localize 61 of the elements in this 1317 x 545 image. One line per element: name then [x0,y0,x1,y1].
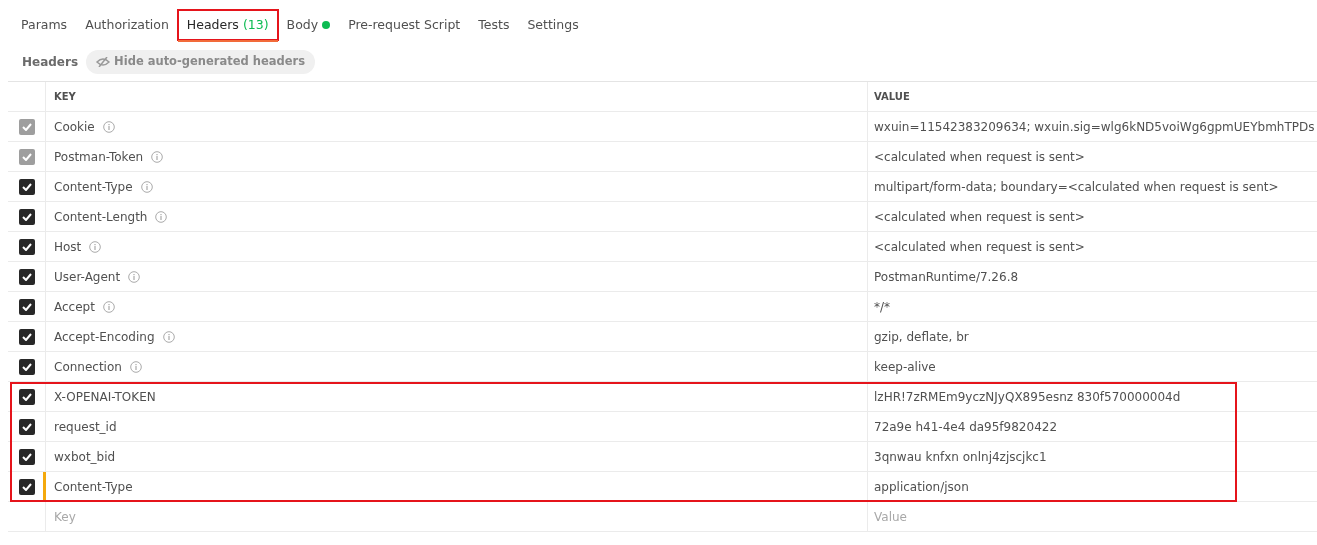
check-icon [21,182,32,191]
table-cell-text: 3qnwau knfxn onlnj4zjscjkc1 [874,448,1047,466]
tab[interactable]: Authorization [76,10,178,40]
table-cell-text: User-Agent [54,268,121,286]
table-cell-text: wxuin=11542383209634; wxuin.sig=wlg6kND5voiWg6gpmUEYbmhTPDs [874,118,1315,136]
table-cell-text: X-OPENAI-TOKEN [54,388,156,406]
check-icon [21,152,32,161]
section-title: Headers [22,54,79,71]
check-icon [21,332,32,341]
check-icon [21,302,32,311]
check-icon [21,482,32,491]
table-cell-text: 72a9e h41-4e4 da95f9820422 [874,418,1058,436]
checkbox[interactable] [18,478,35,495]
table-cell-text: multipart/form-data; boundary=<calculated when request is sent> [874,178,1279,196]
table-cell-text: Postman-Token [54,148,144,166]
table-cell-text: keep-alive [874,358,936,376]
table-cell-text: Connection [54,358,122,376]
checkbox[interactable] [18,268,35,285]
check-icon [21,242,32,251]
tab[interactable]: Body [277,10,340,40]
checkbox[interactable] [18,298,35,315]
table-cell-text: wxbot_bid [54,448,116,466]
table-cell-text: <calculated when request is sent> [874,208,1085,226]
check-icon [21,392,32,401]
checkbox[interactable] [18,238,35,255]
tab[interactable]: Pre-request Script [339,10,470,40]
table-cell-text: <calculated when request is sent> [874,148,1085,166]
table-cell-text: gzip, deflate, br [874,328,969,346]
table-cell-text: Content-Type [54,478,133,496]
checkbox[interactable] [18,448,35,465]
check-icon [21,272,32,281]
column-header: KEY [54,90,76,104]
checkbox[interactable] [18,388,35,405]
eye-slash-icon [96,57,111,67]
check-icon [21,122,32,131]
column-header: VALUE [874,90,910,104]
checkbox[interactable] [18,418,35,435]
table-cell-text: lzHR!7zRMEm9yczNJyQX895esnz 830f570000004d [874,388,1181,406]
checkbox[interactable] [18,208,35,225]
table-cell-text: */* [874,298,891,316]
tab[interactable]: Headers (13) [177,10,278,40]
checkbox[interactable] [18,178,35,195]
table-cell-text: request_id [54,418,117,436]
check-icon [21,212,32,221]
tab[interactable]: Params [12,10,77,40]
checkbox[interactable] [18,328,35,345]
tab[interactable]: Settings [518,10,588,40]
check-icon [21,452,32,461]
table-cell-text: <calculated when request is sent> [874,238,1085,256]
table-cell-text: Content-Type [54,178,133,196]
checkbox[interactable] [18,358,35,375]
table-cell-text: Accept [54,298,95,316]
table-cell-text: Cookie [54,118,95,136]
table-cell-text: Content-Length [54,208,148,226]
check-icon [21,422,32,431]
table-cell-text: application/json [874,478,969,496]
check-icon [21,362,32,371]
table-cell-text: PostmanRuntime/7.26.8 [874,268,1019,286]
table-cell-text: Host [54,238,82,256]
tab[interactable]: Tests [469,10,519,40]
table-cell-text: Accept-Encoding [54,328,155,346]
